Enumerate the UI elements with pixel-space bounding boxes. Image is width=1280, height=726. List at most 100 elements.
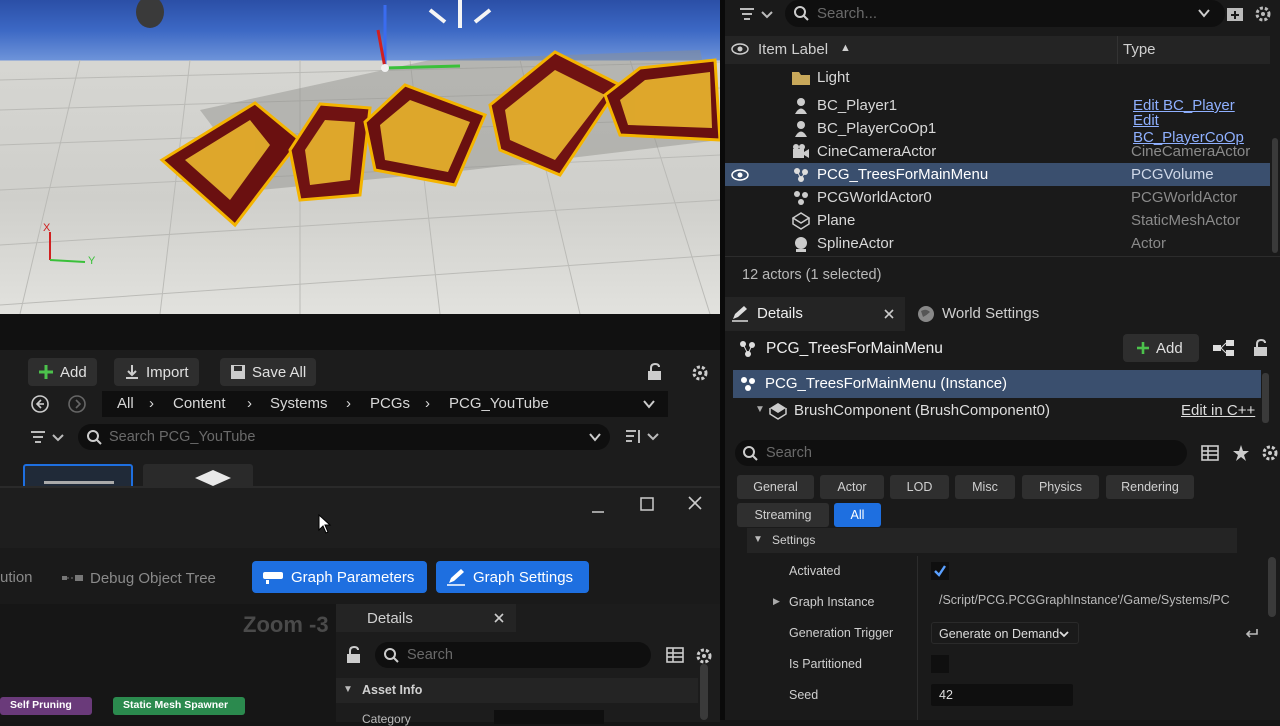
breadcrumb-all[interactable]: All [117, 395, 134, 412]
chevron-down-icon[interactable] [642, 397, 656, 411]
graph-canvas[interactable]: Zoom -3 Self Pruning Static Mesh Spawner [0, 604, 336, 722]
details-scrollbar[interactable] [700, 664, 708, 720]
minimize-icon[interactable] [590, 502, 606, 518]
edit-in-cpp-link[interactable]: Edit in C++ [1181, 402, 1255, 419]
settings-gear-icon[interactable] [1260, 443, 1280, 463]
outliner-panel: Search... Item Label ▲ Type Light BC_Pla… [725, 0, 1280, 297]
filter-tab-rendering[interactable]: Rendering [1106, 475, 1194, 499]
settings-section-header[interactable]: ▼ Settings [747, 528, 1237, 553]
sort-icon[interactable] [624, 428, 660, 446]
details-search-input[interactable]: Search [735, 440, 1187, 466]
graph-details-search-input[interactable]: Search [375, 642, 651, 668]
chevron-down-icon[interactable] [1197, 6, 1211, 20]
filter-icon[interactable] [28, 428, 68, 446]
breadcrumb-separator-icon[interactable]: › [247, 395, 252, 412]
outliner-row-light[interactable]: Light [725, 66, 1270, 89]
prop-label: Is Partitioned [789, 657, 862, 671]
graph-parameters-button[interactable]: Graph Parameters [252, 561, 427, 593]
outliner-scrollbar[interactable] [1272, 138, 1278, 253]
save-icon [230, 364, 246, 380]
graph-instance-value[interactable]: /Script/PCG.PCGGraphInstance'/Game/Syste… [939, 593, 1230, 607]
column-type[interactable]: Type [1123, 41, 1156, 58]
component-row-instance-selected[interactable]: PCG_TreesForMainMenu (Instance) [733, 370, 1261, 398]
blueprint-icon[interactable] [1212, 339, 1236, 357]
breadcrumb-separator-icon[interactable]: › [346, 395, 351, 412]
content-search-input[interactable]: Search PCG_YouTube [78, 424, 610, 450]
outliner-row-pcgworldactor[interactable]: PCGWorldActor0 PCGWorldActor [725, 186, 1270, 209]
window-title-bar[interactable] [0, 488, 720, 548]
actor-name[interactable]: PCG_TreesForMainMenu [766, 340, 943, 358]
filter-tab-actor[interactable]: Actor [820, 475, 884, 499]
table-view-icon[interactable] [666, 646, 684, 664]
breadcrumb-pcg-youtube[interactable]: PCG_YouTube [449, 395, 549, 412]
breadcrumb-content[interactable]: Content [173, 395, 226, 412]
level-viewport[interactable]: X Y [0, 0, 720, 314]
save-all-button[interactable]: Save All [220, 358, 317, 386]
reset-to-default-icon[interactable] [1243, 625, 1259, 639]
filter-tab-physics[interactable]: Physics [1022, 475, 1099, 499]
close-icon[interactable] [687, 495, 703, 511]
panel-splitter[interactable] [720, 0, 725, 720]
filter-tab-all-active[interactable]: All [834, 503, 881, 527]
visibility-eye-icon[interactable] [731, 168, 749, 182]
filter-tab-streaming[interactable]: Streaming [737, 503, 829, 527]
close-tab-icon[interactable] [883, 308, 895, 320]
lock-icon[interactable] [646, 363, 664, 381]
chevron-down-icon[interactable] [588, 430, 602, 444]
generation-trigger-dropdown[interactable]: Generate on Demand [931, 622, 1079, 644]
settings-gear-icon[interactable] [690, 363, 710, 383]
breadcrumb-pcgs[interactable]: PCGs [370, 395, 410, 412]
settings-gear-icon[interactable] [694, 646, 714, 666]
category-input[interactable] [494, 710, 604, 724]
column-item-label[interactable]: Item Label [758, 41, 828, 58]
outliner-row-pcg-trees-selected[interactable]: PCG_TreesForMainMenu PCGVolume [725, 163, 1270, 186]
close-tab-icon[interactable] [493, 612, 505, 624]
outliner-row-bc-playercoop1[interactable]: BC_PlayerCoOp1 Edit BC_PlayerCoOp [725, 112, 1270, 146]
details-tab[interactable]: Details [336, 604, 516, 632]
seed-input[interactable]: 42 [931, 684, 1073, 706]
lock-icon[interactable] [345, 646, 363, 664]
filter-icon[interactable] [737, 4, 777, 24]
maximize-icon[interactable] [639, 496, 655, 512]
filter-tab-misc[interactable]: Misc [955, 475, 1015, 499]
outliner-row-plane[interactable]: Plane StaticMeshActor [725, 209, 1270, 232]
panel-splitter[interactable] [0, 314, 720, 350]
favorites-star-icon[interactable] [1232, 444, 1250, 462]
activated-checkbox[interactable] [931, 562, 949, 580]
world-settings-tab[interactable]: World Settings [911, 297, 1091, 331]
add-folder-icon[interactable] [1225, 4, 1245, 24]
add-component-button[interactable]: Add [1123, 334, 1199, 362]
details-tab[interactable]: Details [725, 297, 905, 331]
graph-settings-button[interactable]: Graph Settings [436, 561, 589, 593]
details-scrollbar[interactable] [1268, 557, 1276, 617]
row-label: PCGWorldActor0 [817, 189, 932, 206]
filter-tab-lod[interactable]: LOD [890, 475, 949, 499]
outliner-row-splineactor[interactable]: SplineActor Actor [725, 232, 1270, 255]
history-forward-icon[interactable] [68, 395, 86, 413]
breadcrumb-systems[interactable]: Systems [270, 395, 328, 412]
breadcrumb-separator-icon[interactable]: › [425, 395, 430, 412]
asset-info-section-header[interactable]: ▼ Asset Info [336, 678, 698, 703]
component-scrollbar[interactable] [1262, 373, 1269, 423]
eye-icon[interactable] [731, 42, 749, 56]
settings-gear-icon[interactable] [1253, 4, 1273, 24]
table-view-icon[interactable] [1201, 444, 1219, 462]
breadcrumb: All › Content › Systems › PCGs › PCG_You… [102, 391, 668, 417]
outliner-search-input[interactable]: Search... [785, 0, 1225, 27]
debug-object-tree-button[interactable]: Debug Object Tree [62, 566, 216, 590]
expand-arrow-icon[interactable]: ▶ [773, 596, 780, 607]
graph-node-static-mesh-spawner[interactable]: Static Mesh Spawner [113, 697, 245, 715]
is-partitioned-checkbox[interactable] [931, 655, 949, 673]
breadcrumb-separator-icon[interactable]: › [149, 395, 154, 412]
history-back-icon[interactable] [31, 395, 49, 413]
graph-node-self-pruning[interactable]: Self Pruning [0, 697, 92, 715]
node-title: Self Pruning [10, 699, 72, 711]
import-button[interactable]: Import [114, 358, 199, 386]
component-row-brush[interactable]: ▼ BrushComponent (BrushComponent0) Edit … [733, 398, 1261, 426]
toolbar-item-truncated[interactable]: ution [0, 569, 33, 586]
outliner-row-cinecamera[interactable]: CineCameraActor CineCameraActor [725, 140, 1270, 163]
filter-tab-general[interactable]: General [737, 475, 814, 499]
lock-icon[interactable] [1252, 339, 1270, 357]
add-button[interactable]: Add [28, 358, 97, 386]
collapse-arrow-icon[interactable]: ▼ [755, 404, 765, 415]
